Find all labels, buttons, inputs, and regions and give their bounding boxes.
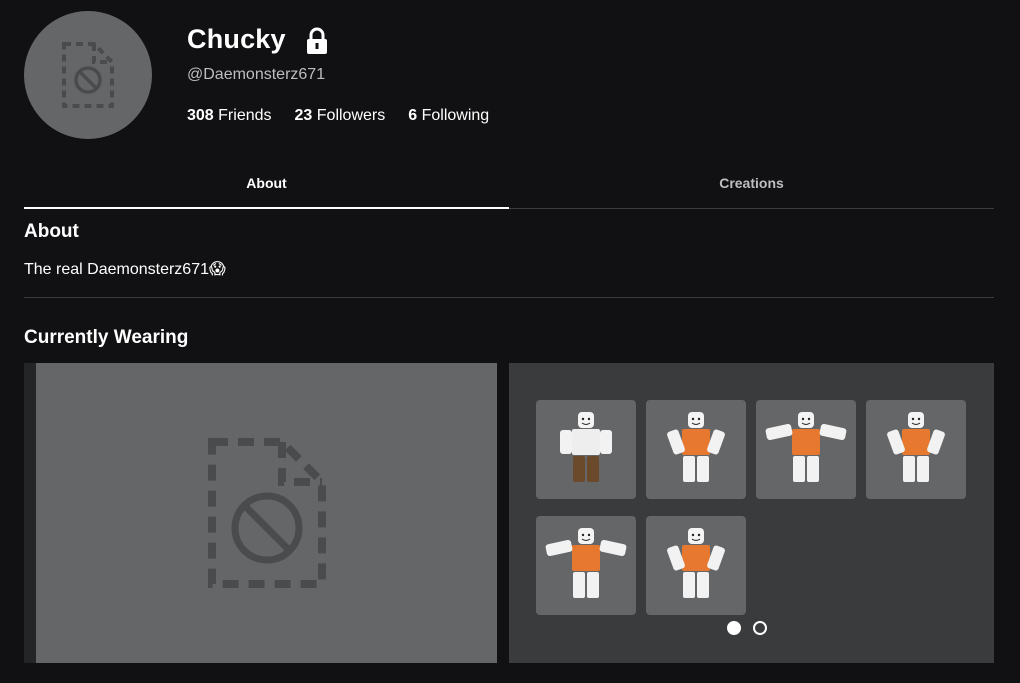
profile-stats: 308 Friends 23 Followers 6 Following [187,107,512,125]
wearing-item[interactable] [536,516,636,615]
avatar-item-5-icon [545,528,627,598]
about-heading: About [24,221,79,242]
tab-about[interactable]: About [24,164,509,209]
profile-tabs: About Creations [24,164,994,209]
friends-count: 308 [187,107,214,124]
currently-wearing-heading: Currently Wearing [24,327,189,348]
blocked-image-icon [62,42,114,108]
avatar-item-1-icon [560,412,612,482]
blocked-image-icon [207,438,326,588]
tab-creations[interactable]: Creations [509,164,994,208]
following-label: Following [421,107,490,124]
following-count: 6 [408,107,418,124]
wearing-item[interactable] [536,400,636,499]
avatar-item-6-icon [667,528,725,598]
page-dot-1[interactable] [727,621,741,635]
avatar-3d-view[interactable] [24,363,497,663]
friends-link[interactable]: 308 Friends [187,107,272,125]
divider [24,297,994,298]
pagination-dots [727,621,779,635]
followers-count: 23 [294,107,313,124]
profile-avatar [24,11,152,139]
page-dot-2[interactable] [753,621,767,635]
wearing-items-panel [509,363,994,663]
wearing-item[interactable] [756,400,856,499]
avatar-item-4-icon [887,412,945,482]
avatar-item-3-icon [765,412,847,482]
following-link[interactable]: 6 Following [408,107,489,125]
about-text: The real Daemonsterz671😱 [24,261,226,278]
display-name: Chucky [187,24,286,54]
avatar-item-2-icon [667,412,725,482]
username: @Daemonsterz671 [187,66,326,83]
wearing-item[interactable] [646,400,746,499]
wearing-item[interactable] [646,516,746,615]
avatar-view-placeholder [36,363,497,663]
followers-link[interactable]: 23 Followers [295,107,386,125]
wearing-item[interactable] [866,400,966,499]
followers-label: Followers [316,107,386,124]
lock-icon [306,27,327,54]
friends-label: Friends [218,107,272,124]
